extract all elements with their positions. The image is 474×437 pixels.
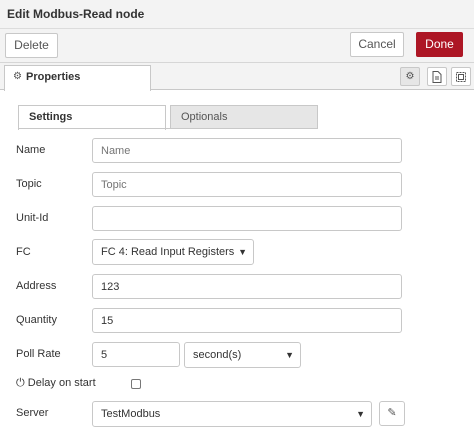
unit-id-input[interactable] — [92, 206, 402, 231]
address-input[interactable] — [92, 274, 402, 299]
fc-select[interactable]: FC 4: Read Input Registers ▼ — [92, 239, 254, 265]
delay-on-start-text: Delay on start — [27, 377, 96, 389]
server-label: Server — [16, 407, 49, 419]
name-label: Name — [16, 144, 46, 156]
name-input[interactable] — [92, 138, 402, 163]
tab-optionals[interactable]: Optionals — [170, 105, 318, 129]
fc-label: FC — [16, 246, 31, 258]
cancel-button[interactable]: Cancel — [350, 32, 404, 57]
address-label: Address — [16, 280, 57, 292]
dialog-title: Edit Modbus-Read node — [7, 7, 145, 21]
poll-rate-label: Poll Rate — [16, 348, 61, 360]
delete-button[interactable]: Delete — [5, 33, 58, 58]
fc-select-value: FC 4: Read Input Registers — [101, 246, 235, 258]
power-icon: ⏻ — [16, 377, 25, 389]
subtab-bar: Settings Optionals — [18, 105, 318, 130]
topic-label: Topic — [16, 178, 42, 190]
server-select[interactable]: TestModbus ▼ — [92, 401, 372, 427]
tab-settings[interactable]: Settings — [18, 105, 166, 130]
poll-rate-unit-value: second(s) — [193, 349, 242, 361]
quantity-label: Quantity — [16, 314, 57, 326]
unit-id-label: Unit-Id — [16, 212, 49, 224]
appearance-icon[interactable] — [451, 67, 471, 86]
gear-icon: ⚙ — [13, 71, 22, 82]
delay-on-start-label: ⏻ Delay on start — [16, 377, 96, 390]
tab-bar: ⚙ Properties ⚙ — [0, 63, 474, 91]
chevron-down-icon: ▼ — [356, 409, 365, 419]
chevron-down-icon: ▼ — [285, 350, 294, 360]
server-select-value: TestModbus — [101, 408, 161, 420]
gear-icon[interactable]: ⚙ — [400, 67, 420, 86]
dialog-toolbar: Delete Cancel Done — [0, 29, 474, 63]
pencil-icon: ✎ — [387, 407, 397, 419]
description-icon[interactable] — [427, 67, 447, 86]
subtab-divider — [18, 128, 318, 129]
tab-properties[interactable]: ⚙ Properties — [4, 65, 151, 91]
quantity-input[interactable] — [92, 308, 402, 333]
chevron-down-icon: ▼ — [238, 247, 247, 257]
poll-rate-unit-select[interactable]: second(s) ▼ — [184, 342, 301, 368]
poll-rate-input[interactable] — [92, 342, 180, 367]
done-button[interactable]: Done — [416, 32, 463, 57]
delay-on-start-checkbox[interactable] — [131, 379, 141, 389]
dialog-header: Edit Modbus-Read node — [0, 0, 474, 29]
topic-input[interactable] — [92, 172, 402, 197]
tab-properties-label: Properties — [26, 71, 81, 83]
edit-server-button[interactable]: ✎ — [379, 401, 405, 426]
